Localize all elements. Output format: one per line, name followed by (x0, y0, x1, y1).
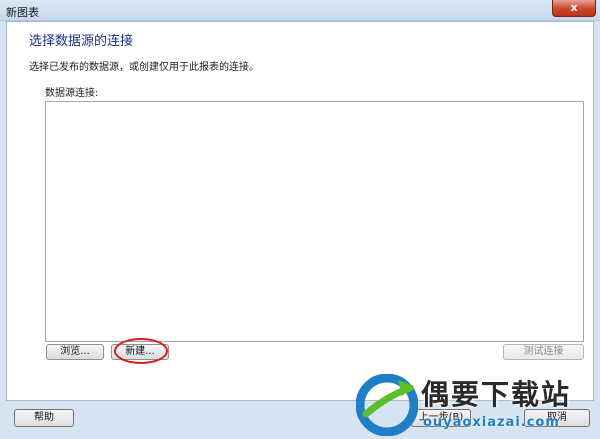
dialog-content: 选择数据源的连接 选择已发布的数据源，或创建仅用于此报表的连接。 数据源连接: … (6, 21, 594, 401)
title-bar: 新图表 x (0, 0, 600, 21)
browse-button[interactable]: 浏览... (46, 344, 104, 360)
watermark-url: ouyaoxiazai.com (423, 415, 560, 430)
close-button[interactable]: x (552, 0, 596, 17)
page-heading: 选择数据源的连接 (29, 34, 134, 49)
data-source-list[interactable] (45, 101, 584, 342)
close-icon: x (570, 1, 578, 14)
test-connection-button[interactable]: 测试连接 (503, 344, 584, 360)
window-title: 新图表 (6, 6, 39, 19)
ouyao-logo-icon (356, 374, 418, 436)
watermark-brand: 偶要下载站 (421, 378, 572, 411)
highlight-circle (114, 338, 168, 364)
page-description: 选择已发布的数据源，或创建仅用于此报表的连接。 (29, 62, 259, 73)
data-source-list-label: 数据源连接: (45, 88, 99, 99)
help-button[interactable]: 帮助 (14, 409, 74, 427)
